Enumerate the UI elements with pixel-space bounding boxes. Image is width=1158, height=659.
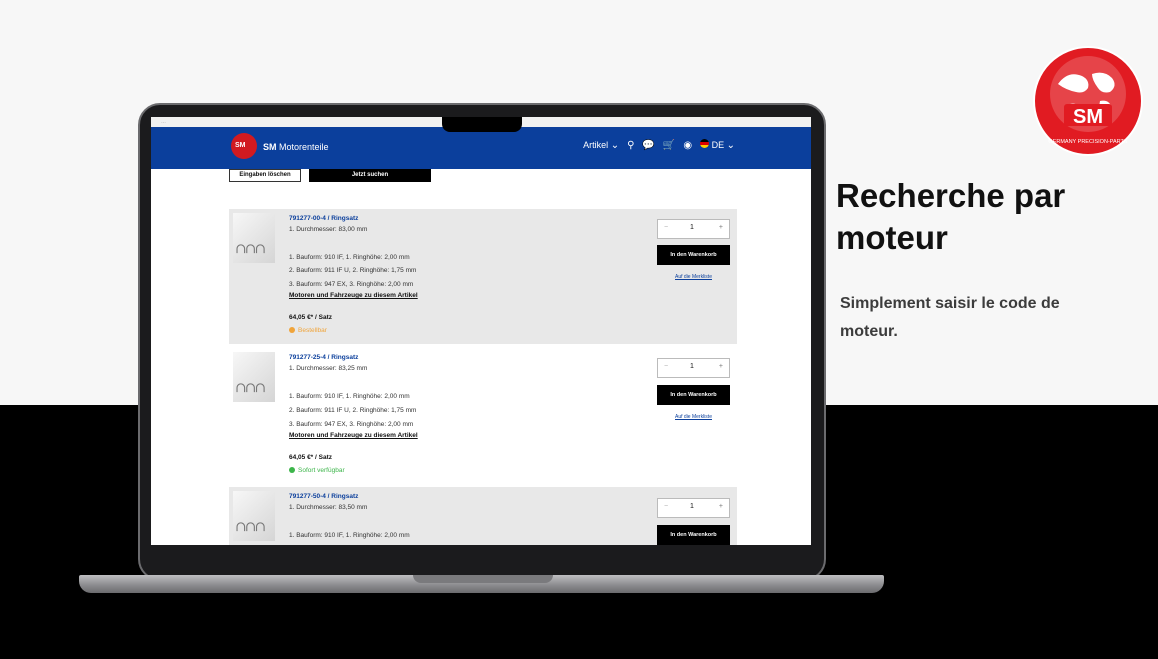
- quantity-value[interactable]: 1: [690, 363, 694, 370]
- minus-icon[interactable]: −: [664, 503, 668, 510]
- availability-status: Sofort verfügbar: [289, 467, 345, 474]
- availability-label: Bestellbar: [298, 327, 327, 334]
- site-logo-text: SM: [235, 142, 246, 149]
- laptop-base-notch: [413, 575, 553, 583]
- search-icon[interactable]: ⚲: [627, 140, 634, 151]
- plus-icon[interactable]: +: [719, 224, 723, 231]
- availability-status: Bestellbar: [289, 327, 327, 334]
- page-subtext: Simplement saisir le code de moteur.: [840, 295, 1060, 340]
- add-to-cart-button[interactable]: In den Warenkorb: [657, 245, 730, 265]
- brand-logo-text: SM: [1073, 106, 1103, 128]
- product-spec: 3. Bauform: 947 EX, 3. Ringhöhe: 2,00 mm: [289, 281, 414, 288]
- add-to-cart-button[interactable]: In den Warenkorb: [657, 385, 730, 405]
- language-label: DE: [711, 140, 725, 150]
- add-to-wishlist-link[interactable]: Auf die Merkliste: [657, 274, 730, 280]
- language-selector[interactable]: DE ⌄: [700, 139, 735, 151]
- product-image[interactable]: ∩∩∩: [233, 352, 275, 402]
- minus-icon[interactable]: −: [664, 224, 668, 231]
- status-dot-icon: [289, 467, 295, 473]
- engines-link[interactable]: Motoren und Fahrzeuge zu diesem Artikel: [289, 432, 418, 439]
- product-item: ∩∩∩ 791277-50-4 / Ringsatz 1. Durchmesse…: [229, 487, 737, 545]
- product-spec: 1. Bauform: 910 IF, 1. Ringhöhe: 2,00 mm: [289, 254, 410, 261]
- minus-icon[interactable]: −: [664, 363, 668, 370]
- product-diameter: 1. Durchmesser: 83,00 mm: [289, 226, 368, 233]
- user-icon[interactable]: ◉: [683, 140, 692, 151]
- product-diameter: 1. Durchmesser: 83,50 mm: [289, 504, 368, 511]
- product-title[interactable]: 791277-50-4 / Ringsatz: [289, 493, 358, 500]
- product-price: 64,05 €* / Satz: [289, 454, 332, 461]
- product-image[interactable]: ∩∩∩: [233, 491, 275, 541]
- nav-right: Artikel ⌄ ⚲ 💬 🛒 ◉ DE ⌄: [583, 139, 735, 151]
- chevron-down-icon: ⌄: [726, 140, 735, 151]
- product-spec: 3. Bauform: 947 EX, 3. Ringhöhe: 2,00 mm: [289, 421, 414, 428]
- quantity-stepper[interactable]: − 1 +: [657, 219, 730, 239]
- site-name[interactable]: SM Motorenteile: [263, 142, 329, 152]
- nav-articles-label: Artikel: [583, 139, 609, 150]
- page-headline: Recherche par moteur: [836, 177, 1066, 256]
- chat-icon[interactable]: 💬: [642, 140, 654, 151]
- nav-articles[interactable]: Artikel ⌄: [583, 140, 619, 151]
- plus-icon[interactable]: +: [719, 503, 723, 510]
- product-item: ∩∩∩ 791277-25-4 / Ringsatz 1. Durchmesse…: [229, 348, 737, 483]
- product-spec: 1. Bauform: 910 IF, 1. Ringhöhe: 2,00 mm: [289, 532, 410, 539]
- sm-brand-logo: SM GERMANY PRECISION-PARTS: [1033, 46, 1143, 156]
- product-price: 64,05 €* / Satz: [289, 314, 332, 321]
- product-item: ∩∩∩ 791277-00-4 / Ringsatz 1. Durchmesse…: [229, 209, 737, 344]
- site-name-rest: Motorenteile: [276, 142, 329, 152]
- search-now-button[interactable]: Jetzt suchen: [309, 169, 431, 182]
- availability-label: Sofort verfügbar: [298, 467, 345, 474]
- add-to-wishlist-link[interactable]: Auf die Merkliste: [657, 414, 730, 420]
- site-logo[interactable]: SM: [231, 133, 257, 159]
- cart-icon[interactable]: 🛒: [663, 140, 675, 151]
- product-spec: 2. Bauform: 911 IF U, 2. Ringhöhe: 1,75 …: [289, 407, 417, 414]
- quantity-value[interactable]: 1: [690, 224, 694, 231]
- camera-notch: [442, 117, 522, 132]
- chevron-down-icon: ⌄: [610, 139, 620, 151]
- quantity-stepper[interactable]: − 1 +: [657, 498, 730, 518]
- clear-inputs-button[interactable]: Eingaben löschen: [229, 169, 301, 182]
- product-title[interactable]: 791277-00-4 / Ringsatz: [289, 215, 358, 222]
- plus-icon[interactable]: +: [719, 363, 723, 370]
- site-navbar: SM SM Motorenteile Artikel ⌄ ⚲ 💬 🛒 ◉ DE …: [151, 127, 811, 169]
- product-spec: 2. Bauform: 911 IF U, 2. Ringhöhe: 1,75 …: [289, 267, 417, 274]
- product-image[interactable]: ∩∩∩: [233, 213, 275, 263]
- product-diameter: 1. Durchmesser: 83,25 mm: [289, 365, 368, 372]
- product-title[interactable]: 791277-25-4 / Ringsatz: [289, 354, 358, 361]
- search-actions: Eingaben löschen Jetzt suchen: [151, 169, 811, 191]
- flag-de-icon: [700, 139, 710, 148]
- engines-link[interactable]: Motoren und Fahrzeuge zu diesem Artikel: [289, 292, 418, 299]
- brand-logo-ring: GERMANY PRECISION-PARTS: [1048, 139, 1127, 145]
- status-dot-icon: [289, 327, 295, 333]
- laptop-screen: … SM SM Motorenteile Artikel ⌄ ⚲ 💬 🛒 ◉ D…: [151, 117, 811, 545]
- add-to-cart-button[interactable]: In den Warenkorb: [657, 525, 730, 545]
- product-spec: 1. Bauform: 910 IF, 1. Ringhöhe: 2,00 mm: [289, 393, 410, 400]
- quantity-stepper[interactable]: − 1 +: [657, 358, 730, 378]
- site-name-bold: SM: [263, 142, 277, 152]
- quantity-value[interactable]: 1: [690, 503, 694, 510]
